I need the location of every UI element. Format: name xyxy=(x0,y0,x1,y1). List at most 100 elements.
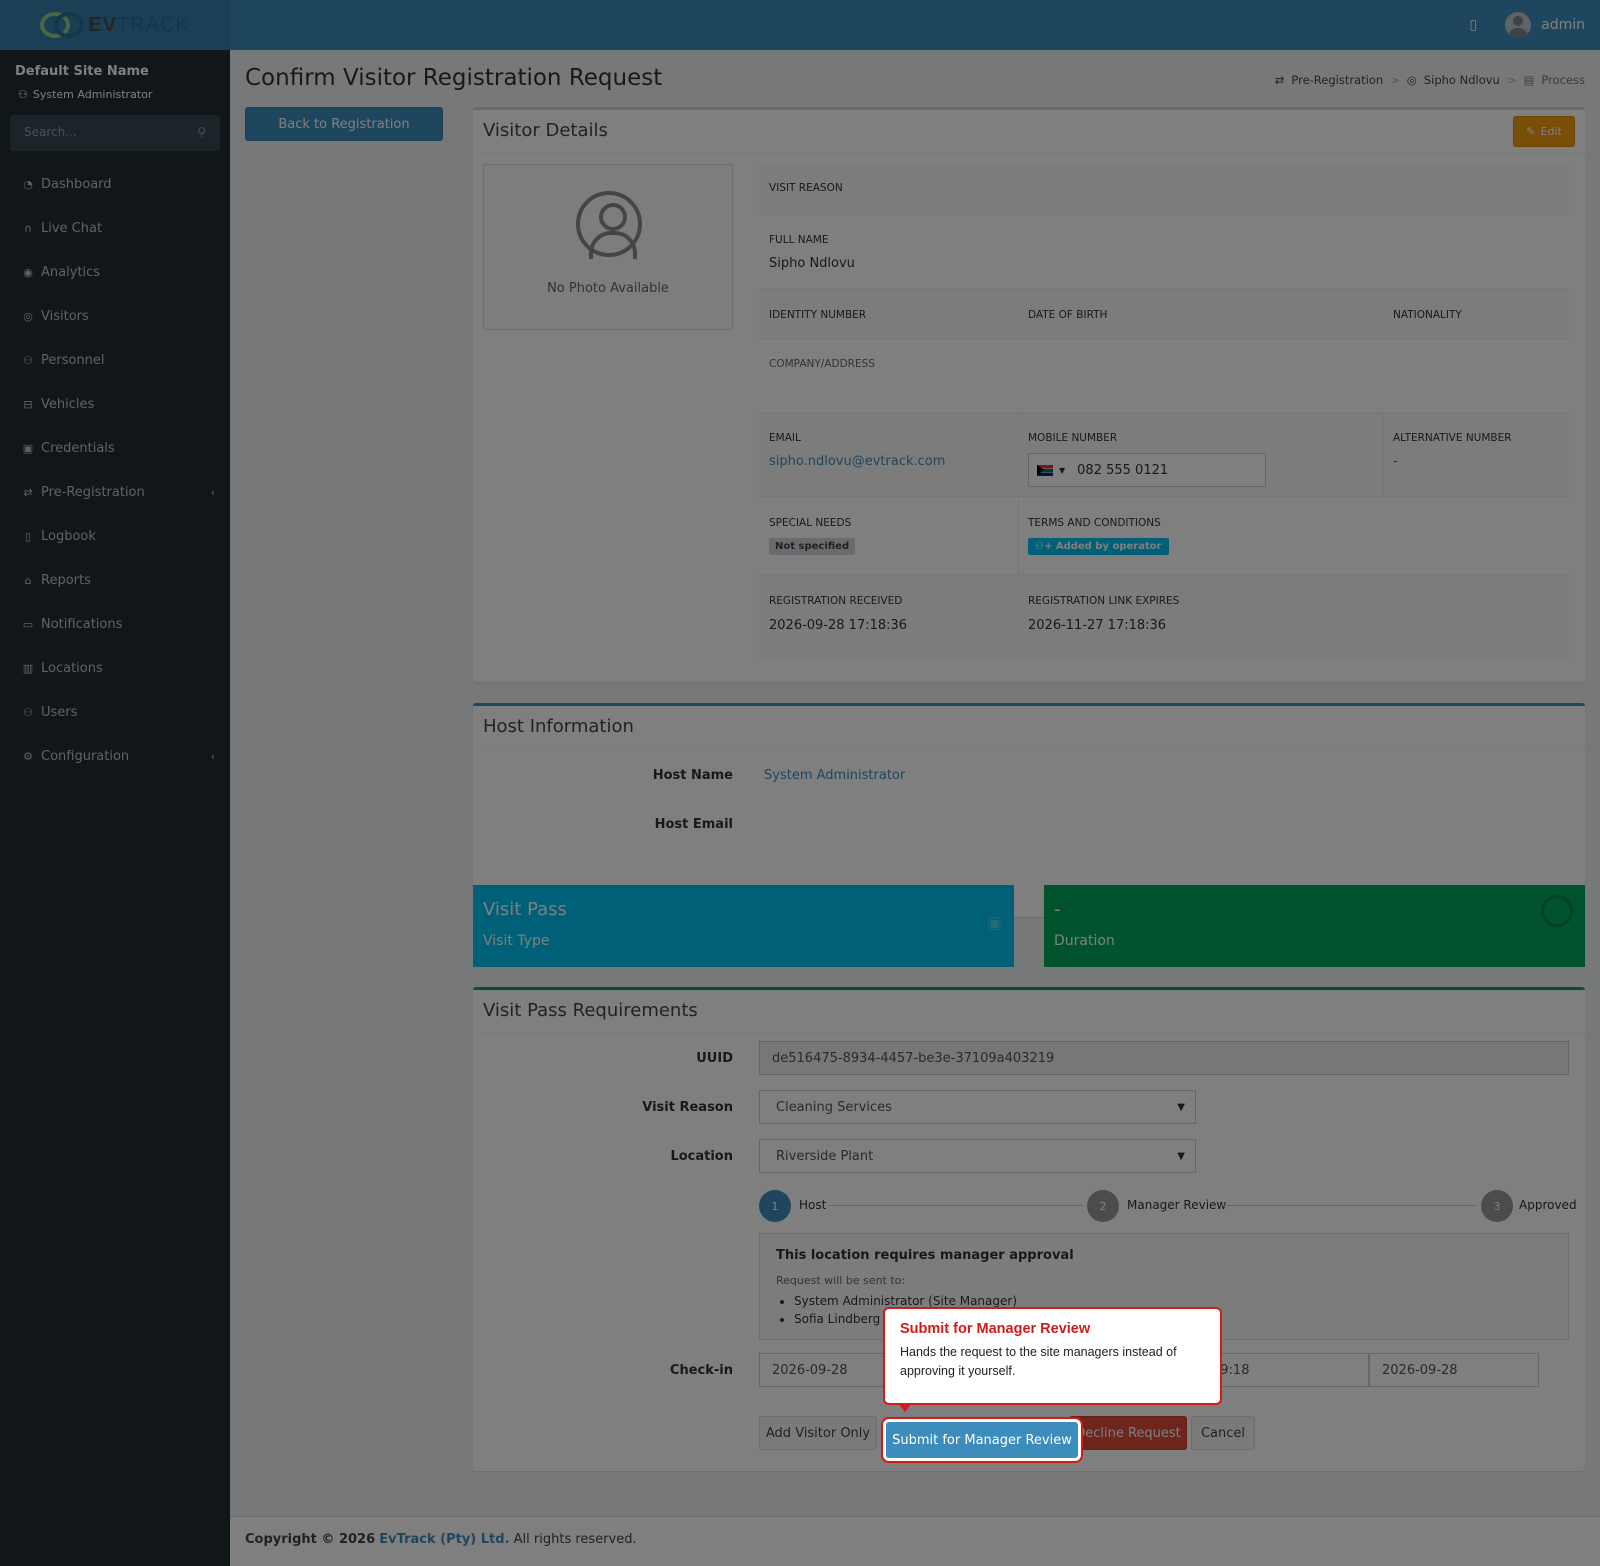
sidebar-item-locations[interactable]: ▥ Locations xyxy=(0,646,230,690)
visitor-details-box: Visitor Details ✎ Edit No Photo Available… xyxy=(473,107,1585,682)
form-icon: ▤ xyxy=(1523,73,1535,87)
no-photo-text: No Photo Available xyxy=(547,281,669,296)
chart-icon: ⌂ xyxy=(24,573,32,587)
sidebar-item-notifications[interactable]: ▭ Notifications xyxy=(0,602,230,646)
sidebar-item-logbook[interactable]: ▯ Logbook xyxy=(0,514,230,558)
id-card-icon: ▣ xyxy=(22,441,34,455)
sidebar-menu: ◔ Dashboard ∩ Live Chat ◉ Analytics ◎ Visito… xyxy=(0,162,230,778)
user-plus-icon: ⚇+ xyxy=(1035,541,1056,552)
page-title: Confirm Visitor Registration Request xyxy=(245,65,663,91)
sidebar-item-users[interactable]: ⚇ Users xyxy=(0,690,230,734)
top-navbar: EVTRACK ▯ admin xyxy=(0,0,1600,50)
edit-button[interactable]: ✎ Edit xyxy=(1513,116,1575,147)
user-role: ⚇ System Administrator xyxy=(18,88,153,101)
chevron-left-icon: ‹ xyxy=(210,485,215,499)
step-3-circle: 3 xyxy=(1481,1190,1513,1222)
host-name-link[interactable]: System Administrator xyxy=(764,768,905,783)
checkin-label: Check-in xyxy=(669,1363,733,1378)
decline-request-button[interactable]: Decline Request xyxy=(1069,1416,1187,1450)
submit-for-manager-review-button[interactable]: Submit for Manager Review xyxy=(886,1422,1078,1458)
sidebar-item-reports[interactable]: ⌂ Reports xyxy=(0,558,230,602)
caret-down-icon[interactable]: ▼ xyxy=(1059,466,1065,475)
duration-value: - xyxy=(1054,899,1061,920)
breadcrumb: ⇄ Pre-Registration > ◎ Sipho Ndlovu > ▤ Pro… xyxy=(1274,73,1585,87)
tour-popover: Submit for Manager Review Hands the requ… xyxy=(883,1307,1222,1405)
step-1-circle: 1 xyxy=(759,1190,791,1222)
rights-text: All rights reserved. xyxy=(513,1532,637,1547)
terms-label: TERMS AND CONDITIONS xyxy=(1028,517,1161,529)
user-name: admin xyxy=(1541,17,1585,33)
full-name-label: FULL NAME xyxy=(769,234,829,246)
sidebar-item-credentials[interactable]: ▣ Credentials xyxy=(0,426,230,470)
visit-reason-select[interactable]: Cleaning Services ▼ xyxy=(759,1090,1196,1124)
approval-stepper: 1 Host 2 Manager Review 3 Approved xyxy=(759,1190,1577,1222)
uuid-input[interactable]: de516475-8934-4457-be3e-37109a403219 xyxy=(759,1041,1569,1075)
arrows-icon: ⇄ xyxy=(1274,73,1285,87)
email-link[interactable]: sipho.ndlovu@evtrack.com xyxy=(769,454,945,469)
visitor-details-table: VISIT REASON FULL NAME Sipho Ndlovu IDEN… xyxy=(759,164,1569,669)
avatar xyxy=(1505,12,1532,38)
sidebar: Default Site Name ⚇ System Administrator … xyxy=(0,50,230,1566)
copyright-text: Copyright © 2026 xyxy=(245,1532,376,1547)
logo-text: EVTRACK xyxy=(88,13,190,36)
special-needs-badge: Not specified xyxy=(769,538,856,555)
visit-reason-label: VISIT REASON xyxy=(769,182,843,194)
visit-type-label: Visit Type xyxy=(483,933,550,949)
mobile-label: MOBILE NUMBER xyxy=(1028,432,1118,444)
photo-placeholder: No Photo Available xyxy=(483,164,733,330)
pencil-icon: ✎ xyxy=(1526,125,1536,138)
cancel-button[interactable]: Cancel xyxy=(1191,1416,1255,1450)
dashboard-icon: ◔ xyxy=(23,177,33,191)
special-needs-label: SPECIAL NEEDS xyxy=(769,517,852,529)
add-visitor-only-button[interactable]: Add Visitor Only xyxy=(759,1416,877,1450)
users-icon: ⚇ xyxy=(23,705,33,719)
user-circle-icon xyxy=(576,191,642,259)
host-name-label: Host Name xyxy=(652,768,733,783)
registration-expires-value: 2026-11-27 17:18:36 xyxy=(1028,618,1167,633)
identity-number-label: IDENTITY NUMBER xyxy=(769,309,867,321)
breadcrumb-pre-registration[interactable]: Pre-Registration xyxy=(1291,73,1383,87)
nationality-label: NATIONALITY xyxy=(1393,309,1462,321)
sidebar-item-visitors[interactable]: ◎ Visitors xyxy=(0,294,230,338)
sidebar-item-analytics[interactable]: ◉ Analytics xyxy=(0,250,230,294)
sidebar-search-input[interactable]: Search... ⚲ xyxy=(10,115,220,151)
eye-icon: ◎ xyxy=(1406,73,1417,87)
company-label: COMPANY/ADDRESS xyxy=(769,358,875,370)
brand-logo[interactable]: EVTRACK xyxy=(0,0,230,50)
search-icon[interactable]: ⚲ xyxy=(197,125,206,141)
site-name: Default Site Name xyxy=(15,64,149,79)
arrows-icon: ⇄ xyxy=(23,485,33,499)
chevron-down-icon: ▼ xyxy=(1177,1150,1185,1162)
requirements-title: Visit Pass Requirements xyxy=(483,1000,698,1021)
chevron-left-icon: ‹ xyxy=(210,749,215,763)
location-select[interactable]: Riverside Plant ▼ xyxy=(759,1139,1196,1173)
company-link[interactable]: EvTrack (Pty) Ltd. xyxy=(379,1532,509,1547)
breadcrumb-visitor[interactable]: Sipho Ndlovu xyxy=(1424,73,1500,87)
user-menu[interactable]: admin xyxy=(1505,12,1585,38)
gear-icon: ⚙ xyxy=(23,749,33,763)
terms-badge: ⚇+ Added by operator xyxy=(1028,538,1169,555)
sidebar-item-pre-registration[interactable]: ⇄ Pre-Registration ‹ xyxy=(0,470,230,514)
south-africa-flag-icon[interactable] xyxy=(1037,464,1053,476)
visit-pass-info-box: Visit Pass Visit Type ▣ xyxy=(473,885,1014,967)
sidebar-item-dashboard[interactable]: ◔ Dashboard xyxy=(0,162,230,206)
mobile-number-field[interactable]: ▼ 082 555 0121 xyxy=(1028,453,1266,487)
checkout-date-input[interactable]: 2026-09-28 xyxy=(1369,1353,1539,1387)
main-content: Confirm Visitor Registration Request ⇄ Pr… xyxy=(230,50,1600,1518)
duration-label: Duration xyxy=(1054,933,1115,949)
checkin-time-input[interactable]: 19:18 xyxy=(1199,1353,1369,1387)
sidebar-item-live-chat[interactable]: ∩ Live Chat xyxy=(0,206,230,250)
sidebar-item-vehicles[interactable]: ⊟ Vehicles xyxy=(0,382,230,426)
back-to-registration-button[interactable]: Back to Registration xyxy=(245,107,443,141)
sidebar-item-personnel[interactable]: ⚇ Personnel xyxy=(0,338,230,382)
badge-icon: ▣ xyxy=(986,913,1002,932)
location-label: Location xyxy=(670,1149,733,1164)
registration-received-label: REGISTRATION RECEIVED xyxy=(769,595,903,607)
logo-mark-icon xyxy=(40,10,86,40)
notice-title: This location requires manager approval xyxy=(776,1248,1074,1263)
chevron-down-icon: ▼ xyxy=(1177,1101,1185,1113)
sidebar-item-configuration[interactable]: ⚙ Configuration ‹ xyxy=(0,734,230,778)
dob-label: DATE OF BIRTH xyxy=(1028,309,1108,321)
popover-title: Submit for Manager Review xyxy=(900,1321,1091,1337)
building-icon[interactable]: ▯ xyxy=(1469,17,1477,33)
